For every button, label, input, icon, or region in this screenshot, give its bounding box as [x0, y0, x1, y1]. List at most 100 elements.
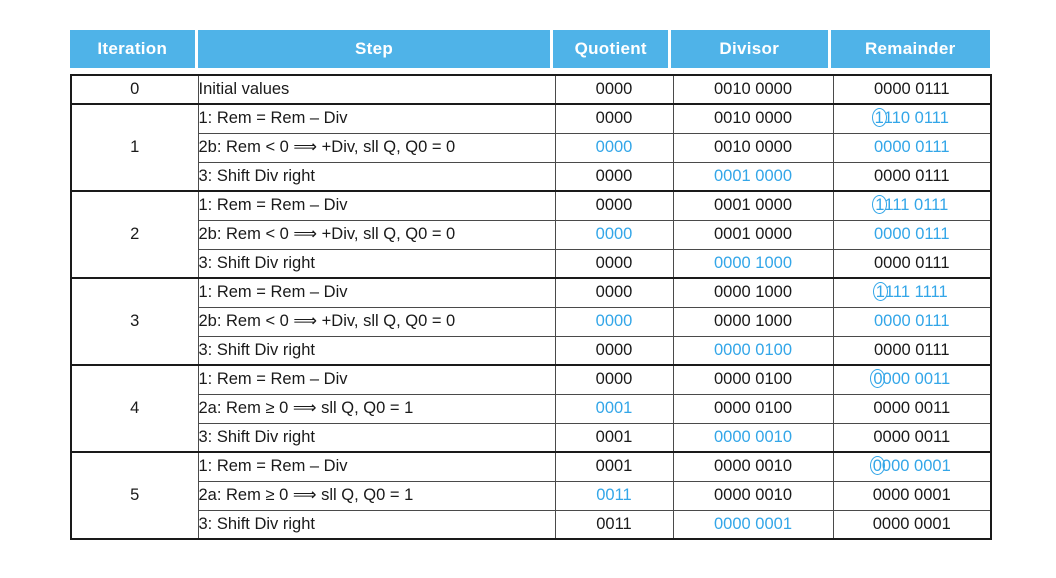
bit-string: 0000 [595, 109, 633, 127]
cell-divisor: 0000 0010 [672, 451, 834, 482]
table-row: 4 1: Rem = Rem – Div 0000 0000 0100 0000 001… [70, 364, 992, 453]
column-header-iteration: Iteration [70, 30, 195, 68]
cell-remainder: 0000 0001 [832, 509, 992, 540]
cell-divisor: 0000 0001 [672, 509, 834, 540]
cell-step: 2b: Rem < 0 ⟹ +Div, sll Q, Q0 = 0 [197, 132, 556, 163]
cell-step: 2b: Rem < 0 ⟹ +Div, sll Q, Q0 = 0 [197, 219, 556, 250]
bit-string: 0001 0000 [714, 196, 792, 214]
bit-string: 0000 1000 [714, 253, 792, 272]
circled-bit: 1 [872, 282, 889, 301]
bit-string: 0001 [595, 457, 633, 475]
cell-divisor: 0000 0010 [672, 422, 834, 453]
bit-string: 0000 0111 [873, 311, 950, 330]
cell-quotient: 0000 [554, 364, 674, 395]
cell-divisor: 0000 1000 [672, 306, 834, 337]
bit-string: 0000 0100 [714, 398, 792, 417]
cell-remainder: 1110 0111 [832, 103, 992, 134]
bit-string: 0000 [595, 137, 633, 156]
table-row: 2a: Rem ≥ 0 ⟹ sll Q, Q0 = 1 0001 0000 0100… [71, 393, 992, 424]
column-header-remainder: Remainder [830, 30, 990, 68]
table-header-row: Iteration Step Quotient Divisor Remainde… [70, 30, 990, 68]
cell-remainder: 0000 0111 [832, 335, 992, 366]
bit-string: 0000 [595, 311, 633, 330]
cell-remainder: 0000 0011 [832, 422, 992, 453]
table-row: 1 1: Rem = Rem – Div 0000 0010 0000 1110 011… [70, 103, 992, 192]
cell-step: 2a: Rem ≥ 0 ⟹ sll Q, Q0 = 1 [197, 480, 556, 511]
cell-divisor: 0010 0000 [672, 74, 834, 105]
bit-string: 0000 [595, 196, 633, 214]
cell-divisor: 0000 0100 [672, 335, 834, 366]
cell-quotient: 0000 [554, 161, 674, 192]
bit-string: 111 1111 [884, 283, 948, 301]
bit-string: 0001 0000 [714, 224, 792, 243]
cell-quotient: 0000 [554, 277, 674, 308]
circled-bit: 1 [872, 195, 888, 214]
cell-step: 1: Rem = Rem – Div [197, 451, 556, 482]
bit-string: 0000 0111 [873, 253, 950, 272]
cell-step: 2b: Rem < 0 ⟹ +Div, sll Q, Q0 = 0 [197, 306, 556, 337]
bit-string: 0000 0011 [873, 427, 951, 446]
cell-remainder: 1111 1111 [832, 277, 992, 308]
cell-quotient: 0001 [554, 393, 674, 424]
bit-string: 0000 0111 [873, 340, 950, 359]
column-header-quotient: Quotient [553, 30, 669, 68]
cell-quotient: 0000 [554, 190, 674, 221]
bit-string: 0000 0011 [873, 398, 951, 417]
cell-divisor: 0001 0000 [672, 190, 834, 221]
cell-quotient: 0011 [554, 480, 674, 511]
bit-string: 0000 0001 [872, 514, 951, 533]
bit-string: 0011 [596, 485, 632, 504]
cell-iteration: 0 [70, 74, 199, 105]
table-row: 2b: Rem < 0 ⟹ +Div, sll Q, Q0 = 0 0000 000… [71, 306, 992, 337]
cell-step: 1: Rem = Rem – Div [197, 364, 556, 395]
bit-string: 0000 0111 [873, 224, 950, 243]
cell-remainder: 0000 0111 [832, 248, 992, 279]
bit-string: 0000 1000 [714, 311, 792, 330]
cell-iteration: 2 [70, 190, 199, 279]
bit-string: 0000 [595, 283, 633, 301]
bit-string: 0010 0000 [714, 79, 792, 98]
table-row: 3: Shift Div right 0000 0000 0100 0000 0111 [71, 335, 992, 366]
cell-divisor: 0000 1000 [672, 277, 834, 308]
bit-string: 0000 0010 [714, 457, 792, 475]
cell-iteration: 3 [70, 277, 199, 366]
cell-quotient: 0000 [554, 132, 674, 163]
cell-step: 3: Shift Div right [197, 161, 556, 192]
bit-string: 0011 [596, 514, 632, 533]
bit-string: 0000 0100 [714, 370, 792, 388]
bit-string: 000 0001 [881, 457, 951, 475]
cell-quotient: 0000 [554, 248, 674, 279]
table-row: 2a: Rem ≥ 0 ⟹ sll Q, Q0 = 1 0011 0000 0010… [71, 480, 992, 511]
cell-remainder: 0000 0111 [832, 132, 992, 163]
table-row: 3 1: Rem = Rem – Div 0000 0000 1000 1111 111… [70, 277, 992, 366]
table-row: 3: Shift Div right 0000 0001 0000 0000 0111 [71, 161, 992, 192]
bit-string: 0000 [595, 340, 633, 359]
bit-string: 0000 [595, 224, 633, 243]
cell-divisor: 0010 0000 [672, 132, 834, 163]
bit-string: 0001 [595, 398, 633, 417]
table-row: 2b: Rem < 0 ⟹ +Div, sll Q, Q0 = 0 0000 001… [71, 132, 992, 163]
cell-divisor: 0000 0100 [672, 364, 834, 395]
bit-string: 0000 0111 [873, 166, 950, 185]
bit-string: 0000 0100 [714, 340, 792, 359]
table-row: 2b: Rem < 0 ⟹ +Div, sll Q, Q0 = 0 0000 000… [71, 219, 992, 250]
cell-iteration: 1 [70, 103, 199, 192]
cell-quotient: 0000 [554, 306, 674, 337]
cell-remainder: 1111 0111 [832, 190, 992, 221]
cell-divisor: 0001 0000 [672, 219, 834, 250]
bit-string: 0000 [595, 370, 633, 388]
cell-quotient: 0001 [554, 451, 674, 482]
cell-remainder: 0000 0011 [832, 393, 992, 424]
table-row: 3: Shift Div right 0001 0000 0010 0000 0011 [71, 422, 992, 453]
cell-step: 2a: Rem ≥ 0 ⟹ sll Q, Q0 = 1 [197, 393, 556, 424]
cell-divisor: 0000 0010 [672, 480, 834, 511]
bit-string: 0000 0001 [872, 485, 951, 504]
bit-string: 0000 1000 [714, 283, 792, 301]
cell-remainder: 0000 0001 [832, 480, 992, 511]
division-algorithm-table-page: Iteration Step Quotient Divisor Remainde… [0, 0, 1056, 578]
cell-step: 3: Shift Div right [197, 422, 556, 453]
bit-string: 0000 0010 [714, 427, 792, 446]
cell-iteration: 5 [70, 451, 199, 540]
bit-string: 111 0111 [884, 196, 949, 214]
cell-quotient: 0011 [554, 509, 674, 540]
